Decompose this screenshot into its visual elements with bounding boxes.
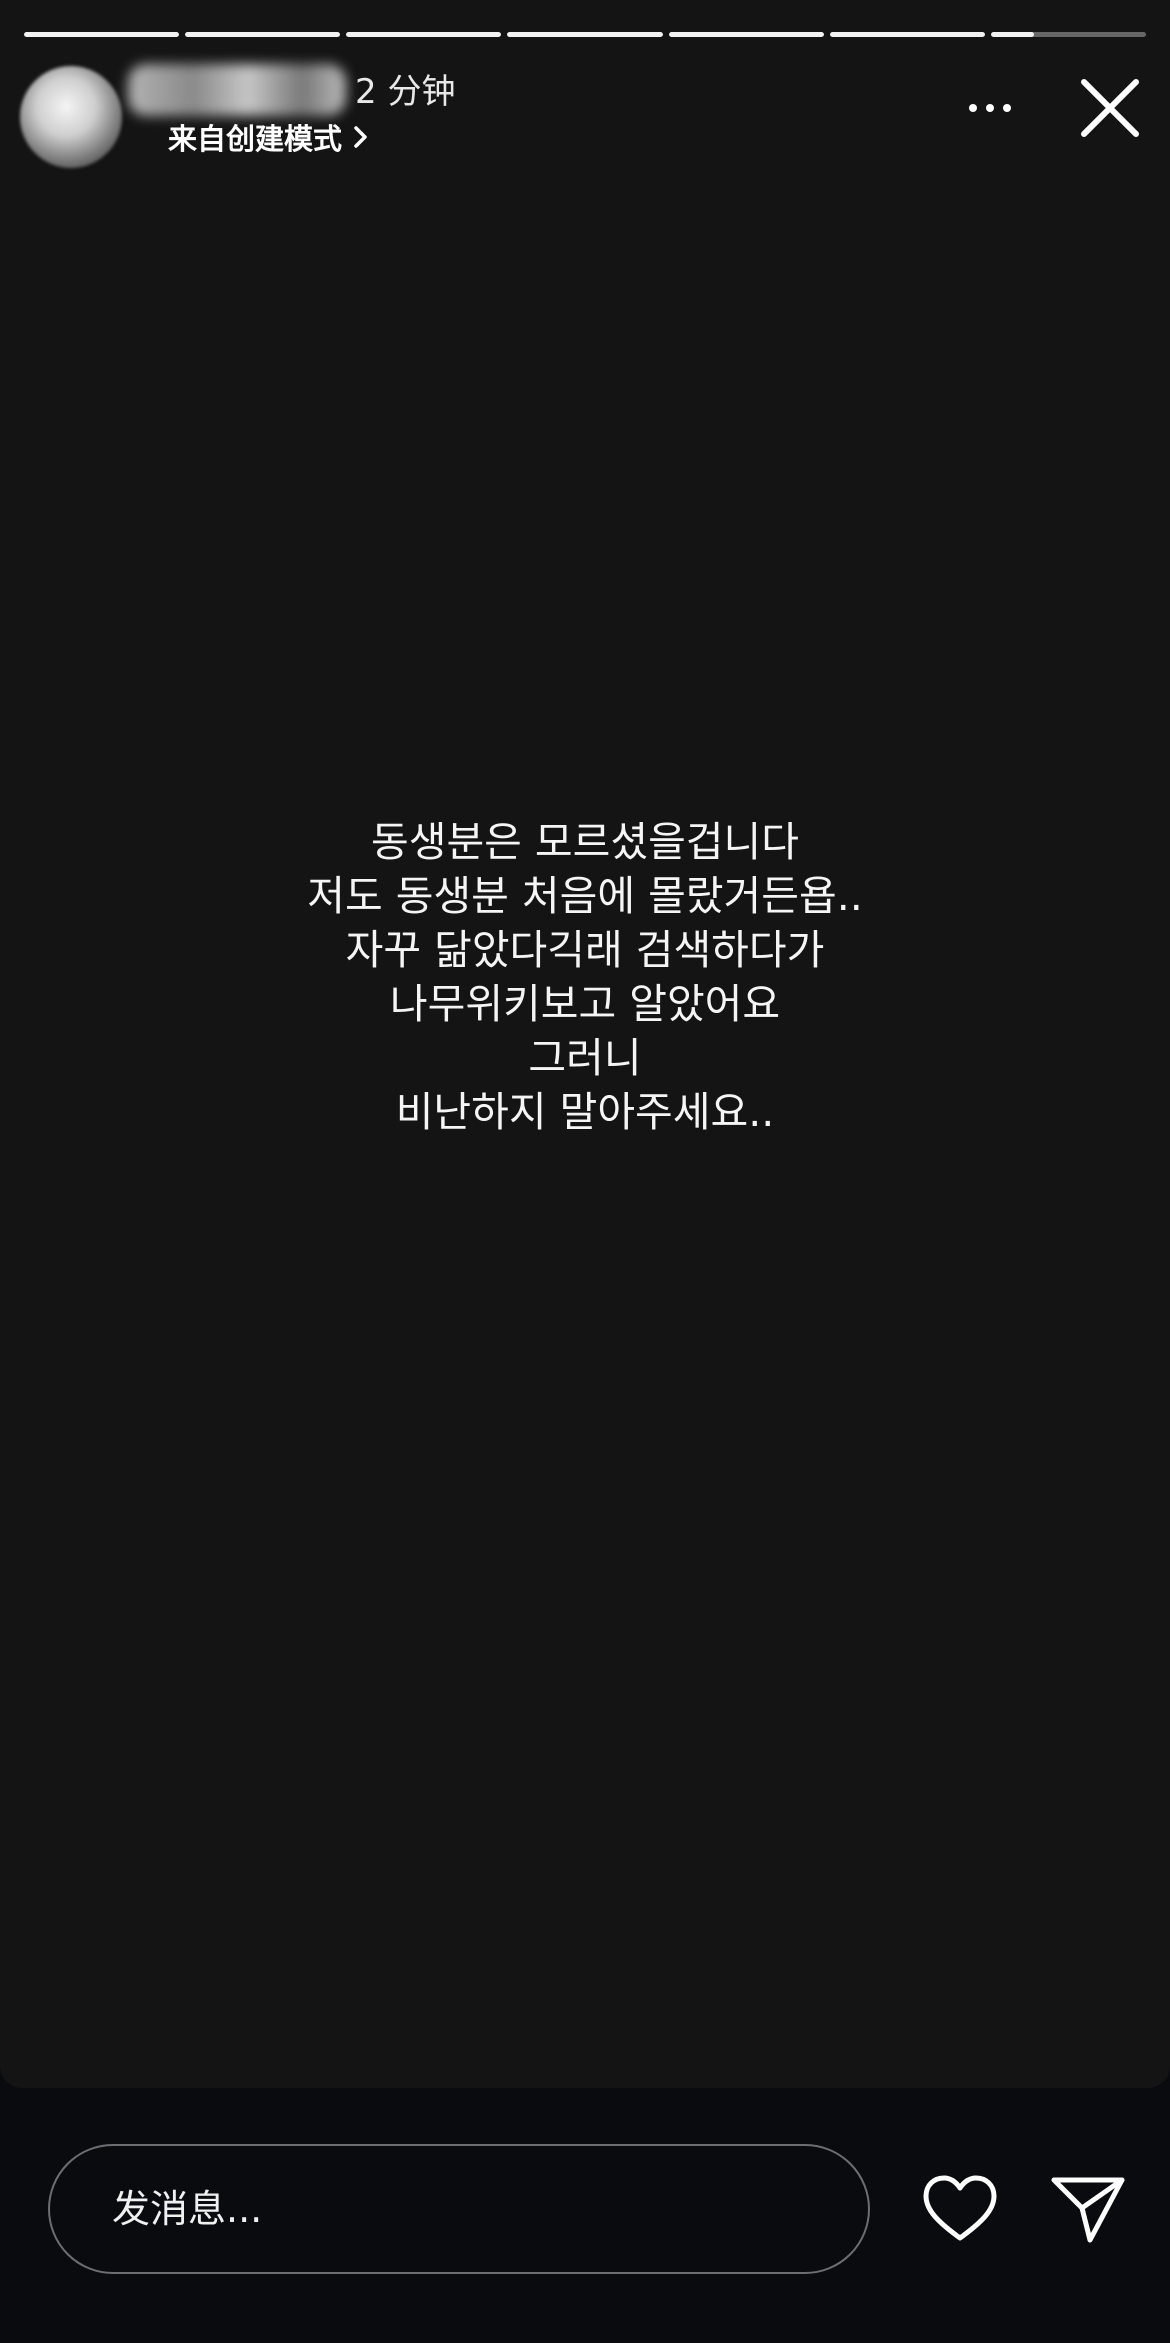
story-viewer-screen: 2 分钟 来自创建模式 동생분은 모르셨을겁니다 저도 동생분 처음에 몰랐거든…	[0, 0, 1170, 2343]
send-button[interactable]	[1048, 2168, 1128, 2248]
progress-segment-fill	[24, 32, 180, 37]
more-horizontal-icon	[969, 104, 977, 112]
progress-segment	[990, 32, 1146, 37]
progress-segment	[185, 32, 341, 37]
story-timestamp: 2 分钟	[355, 72, 456, 112]
source-label: 来自创建模式	[168, 122, 343, 156]
progress-segment	[829, 32, 985, 37]
progress-segment-fill	[507, 32, 663, 37]
progress-segment	[24, 32, 180, 37]
close-button[interactable]	[1076, 74, 1144, 142]
story-header: 2 分钟 来自创建模式	[0, 50, 1170, 180]
message-input[interactable]	[48, 2144, 870, 2274]
more-dot	[986, 104, 994, 112]
story-progress-bar	[24, 32, 1146, 38]
send-icon	[1051, 2177, 1125, 2243]
story-canvas[interactable]: 2 分钟 来自创建模式 동생분은 모르셨을겁니다 저도 동생분 처음에 몰랐거든…	[0, 0, 1170, 2088]
username-redacted[interactable]	[128, 64, 346, 116]
story-text-line: 자꾸 닮았다긱래 검색하다가	[345, 926, 825, 974]
more-dot	[1003, 104, 1011, 112]
avatar[interactable]	[20, 66, 122, 168]
progress-segment-fill	[185, 32, 341, 37]
chevron-right-icon	[354, 126, 367, 148]
progress-segment-fill	[668, 32, 824, 37]
progress-segment	[668, 32, 824, 37]
progress-segment-fill	[990, 32, 1035, 37]
story-text-line: 그러니	[528, 1034, 642, 1082]
story-text-line: 비난하지 말아주세요..	[395, 1088, 775, 1136]
progress-segment	[507, 32, 663, 37]
story-text-line: 저도 동생분 처음에 몰랐거든욥..	[307, 872, 863, 920]
story-text: 동생분은 모르셨을겁니다 저도 동생분 처음에 몰랐거든욥.. 자꾸 닮았다긱래…	[0, 815, 1170, 1139]
progress-segment-fill	[829, 32, 985, 37]
progress-segment	[346, 32, 502, 37]
story-text-line: 동생분은 모르셨을겁니다	[371, 818, 799, 866]
heart-icon	[923, 2175, 997, 2241]
progress-segment-fill	[346, 32, 502, 37]
like-button[interactable]	[920, 2170, 1000, 2250]
story-text-line: 나무위키보고 알았어요	[389, 980, 781, 1028]
source-link[interactable]: 来自创建模式	[168, 116, 370, 158]
close-icon	[1081, 79, 1139, 137]
more-options-button[interactable]	[958, 88, 1022, 128]
